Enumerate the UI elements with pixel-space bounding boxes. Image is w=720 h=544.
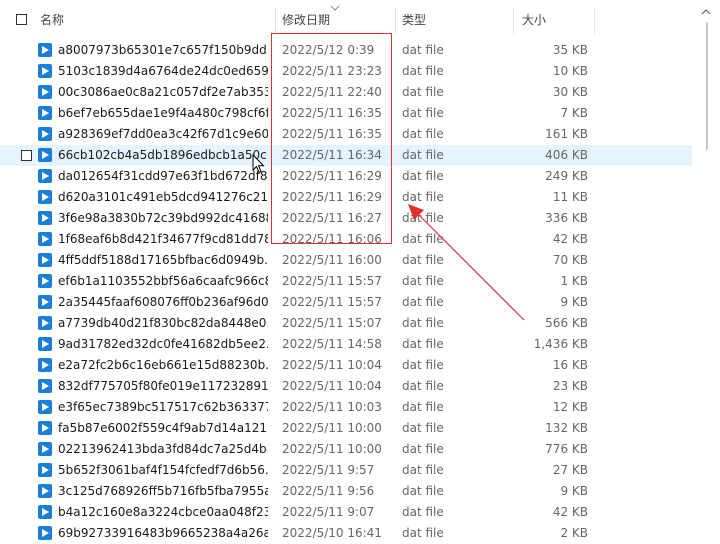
mouse-cursor-icon	[252, 154, 265, 174]
annotation-arrow	[408, 204, 525, 321]
